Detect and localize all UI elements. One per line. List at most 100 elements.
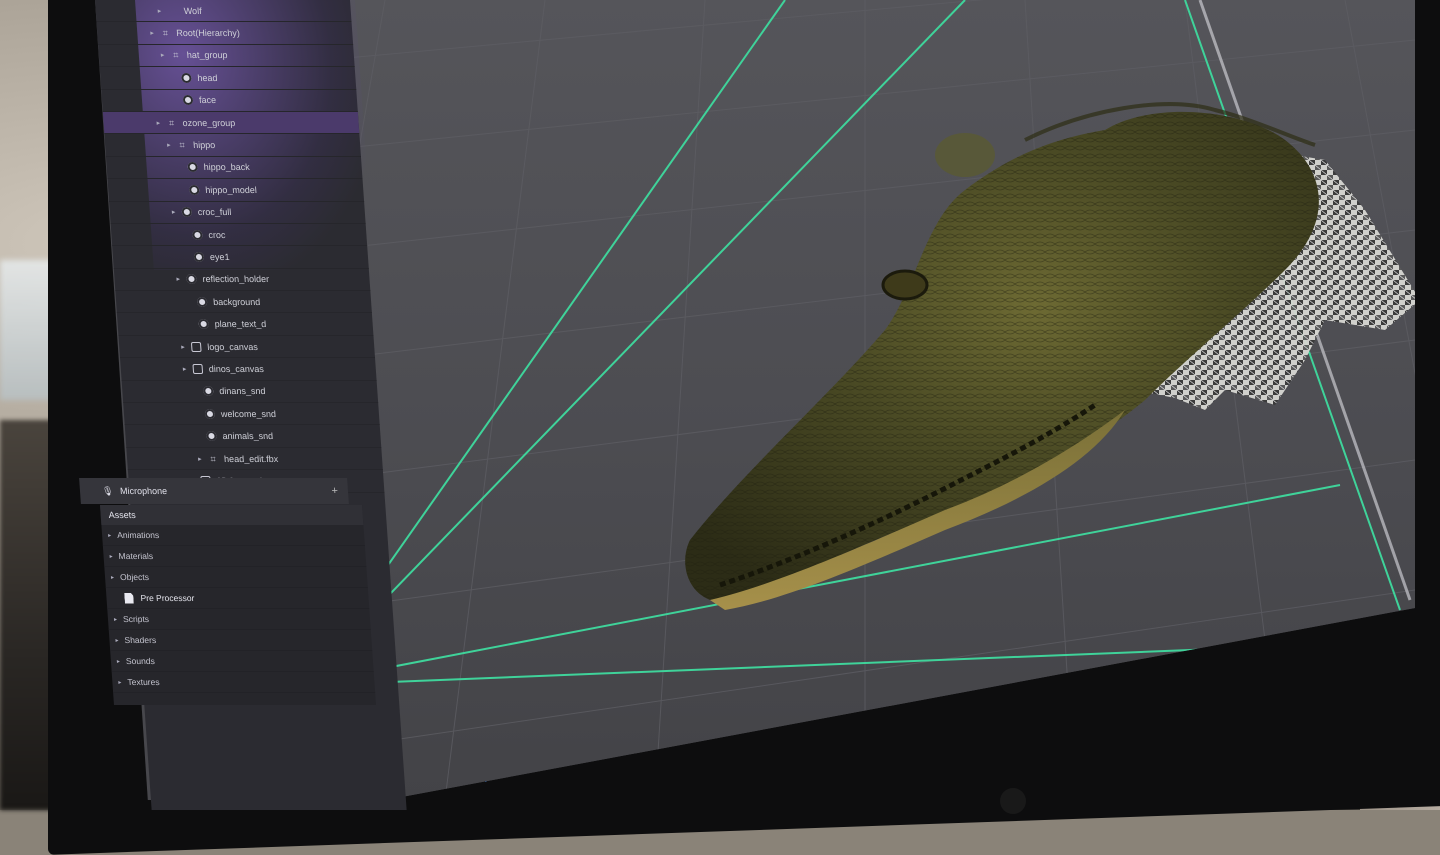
group-icon: ⌗ (172, 50, 179, 61)
hierarchy-item[interactable]: ▸ ⌗ hat_group (98, 44, 355, 68)
group-icon: ⌗ (210, 453, 216, 464)
file-icon (124, 593, 134, 604)
expand-arrow-icon[interactable]: ▸ (114, 616, 117, 623)
group-icon: ⌗ (168, 117, 175, 128)
hierarchy-item[interactable]: ▸ Wolf (95, 0, 352, 23)
asset-category-label: Scripts (122, 614, 150, 624)
hierarchy-item[interactable]: ▸ dinos_canvas (120, 358, 377, 381)
object-icon (188, 184, 200, 195)
microphone-label: Microphone (119, 486, 168, 496)
hierarchy-item[interactable]: hippo_model (107, 179, 365, 202)
asset-category[interactable]: ▸ Sounds (110, 651, 374, 672)
hierarchy-item-label: background (212, 296, 261, 307)
expand-arrow-icon[interactable]: ▸ (111, 574, 114, 581)
expand-arrow-icon[interactable]: ▸ (183, 365, 192, 373)
add-object-button[interactable]: + (331, 485, 338, 497)
expand-arrow-icon[interactable]: ▸ (118, 679, 121, 686)
hierarchy-item-label: dinos_canvas (208, 363, 265, 374)
expand-arrow-icon[interactable]: ▸ (108, 532, 111, 539)
hierarchy-item[interactable]: welcome_snd (123, 403, 380, 426)
hierarchy-item-label: welcome_snd (220, 408, 277, 419)
expand-arrow-icon[interactable]: ▸ (198, 455, 207, 463)
hierarchy-item[interactable]: ▸ logo_canvas (118, 335, 376, 359)
expand-arrow-icon[interactable]: ▸ (157, 7, 166, 15)
assets-panel: Assets ▸ Animations ▸ Materials ▸ Objects Pre … (100, 505, 376, 705)
expand-arrow-icon[interactable]: ▸ (167, 141, 176, 149)
asset-category-label: Shaders (124, 635, 157, 645)
expand-arrow-icon[interactable]: ▸ (181, 343, 190, 351)
hierarchy-item-label: eye1 (209, 251, 230, 262)
asset-category[interactable]: ▸ Shaders (108, 630, 373, 651)
asset-category[interactable]: ▸ Scripts (107, 609, 371, 630)
object-icon (182, 95, 194, 106)
hierarchy-item-label: Root(Hierarchy) (175, 28, 241, 39)
hierarchy-item[interactable]: ▸ ⌗ ozone_group (102, 111, 360, 135)
hierarchy-item-label: animals_snd (222, 431, 274, 442)
asset-category-label: Textures (127, 677, 160, 687)
asset-category-label: Objects (119, 572, 150, 582)
group-icon: ⌗ (162, 28, 169, 39)
group-icon: ⌗ (179, 140, 186, 151)
expand-arrow-icon[interactable]: ▸ (115, 637, 118, 644)
hierarchy-item-label: Wolf (183, 5, 202, 16)
asset-category[interactable]: ▸ Textures (111, 672, 376, 693)
expand-arrow-icon[interactable]: ▸ (150, 29, 159, 37)
expand-arrow-icon[interactable]: ▸ (176, 275, 185, 283)
object-icon (192, 229, 203, 240)
hierarchy-item-label: plane_text_d (214, 319, 267, 330)
asset-category[interactable]: ▸ Objects (104, 567, 368, 588)
hierarchy-item[interactable]: hippo_back (105, 156, 363, 180)
hierarchy-item-label: croc (208, 229, 226, 240)
assets-header: Assets (100, 505, 364, 525)
expand-arrow-icon[interactable]: ▸ (161, 51, 170, 59)
hierarchy-item[interactable]: face (101, 89, 358, 112)
hierarchy-item[interactable]: plane_text_d (116, 313, 374, 336)
asset-category-label: Materials (118, 551, 154, 561)
hierarchy-tree: ▸ Wolf ▸ ⌗ Root(Hierarchy) ▸ ⌗ hat_group head fac… (95, 0, 385, 493)
expand-arrow-icon[interactable]: ▸ (172, 208, 181, 216)
asset-category-label: Animations (116, 530, 160, 540)
hierarchy-item[interactable]: ▸ ⌗ hippo (104, 134, 361, 157)
expand-arrow-icon[interactable]: ▸ (117, 658, 120, 665)
object-icon (187, 162, 199, 173)
object-icon (186, 274, 197, 285)
object-icon (206, 431, 217, 442)
microphone-icon: 🎙 (101, 485, 114, 496)
hierarchy-item[interactable]: ▸ reflection_holder (113, 268, 371, 292)
hierarchy-item[interactable]: eye1 (112, 246, 369, 269)
object-icon (196, 296, 208, 307)
canvas-icon (192, 363, 204, 374)
apple-logo-icon (1000, 788, 1026, 814)
microphone-row[interactable]: 🎙 Microphone + (79, 478, 349, 504)
hierarchy-item-label: logo_canvas (206, 341, 259, 352)
hierarchy-item[interactable]: ▸ croc_full (109, 201, 366, 224)
expand-arrow-icon[interactable]: ▸ (156, 119, 165, 127)
expand-arrow-icon[interactable]: ▸ (109, 553, 112, 560)
hierarchy-item-label: dinans_snd (219, 386, 266, 397)
crocodile-eye (881, 269, 929, 301)
hierarchy-item-label: hippo_back (203, 162, 251, 173)
hierarchy-item-label: hat_group (186, 50, 228, 61)
object-icon (203, 386, 214, 397)
hierarchy-item[interactable]: animals_snd (124, 425, 382, 448)
hierarchy-item[interactable]: ▸ ⌗ Root(Hierarchy) (96, 22, 354, 45)
hierarchy-item[interactable]: croc (110, 223, 368, 247)
hierarchy-item-label: hippo_model (204, 184, 258, 195)
hierarchy-item-label: head (197, 72, 218, 83)
canvas-icon (190, 341, 202, 352)
object-icon (181, 72, 192, 83)
hierarchy-item[interactable]: head (99, 67, 357, 90)
object-icon (193, 251, 205, 262)
object-icon (198, 319, 210, 330)
hierarchy-item[interactable]: background (115, 291, 372, 314)
hierarchy-item[interactable]: ▸ ⌗ head_edit.fbx (126, 447, 383, 471)
asset-category[interactable]: ▸ Materials (102, 546, 367, 567)
hierarchy-item-label: croc_full (197, 207, 232, 218)
asset-category-label: Pre Processor (140, 593, 195, 603)
hierarchy-item[interactable]: dinans_snd (121, 380, 379, 404)
asset-category[interactable]: ▸ Animations (101, 525, 365, 546)
asset-category[interactable]: Pre Processor (105, 588, 370, 609)
hierarchy-item-label: face (198, 95, 217, 106)
object-icon (181, 207, 193, 218)
asset-category-label: Sounds (125, 656, 156, 666)
